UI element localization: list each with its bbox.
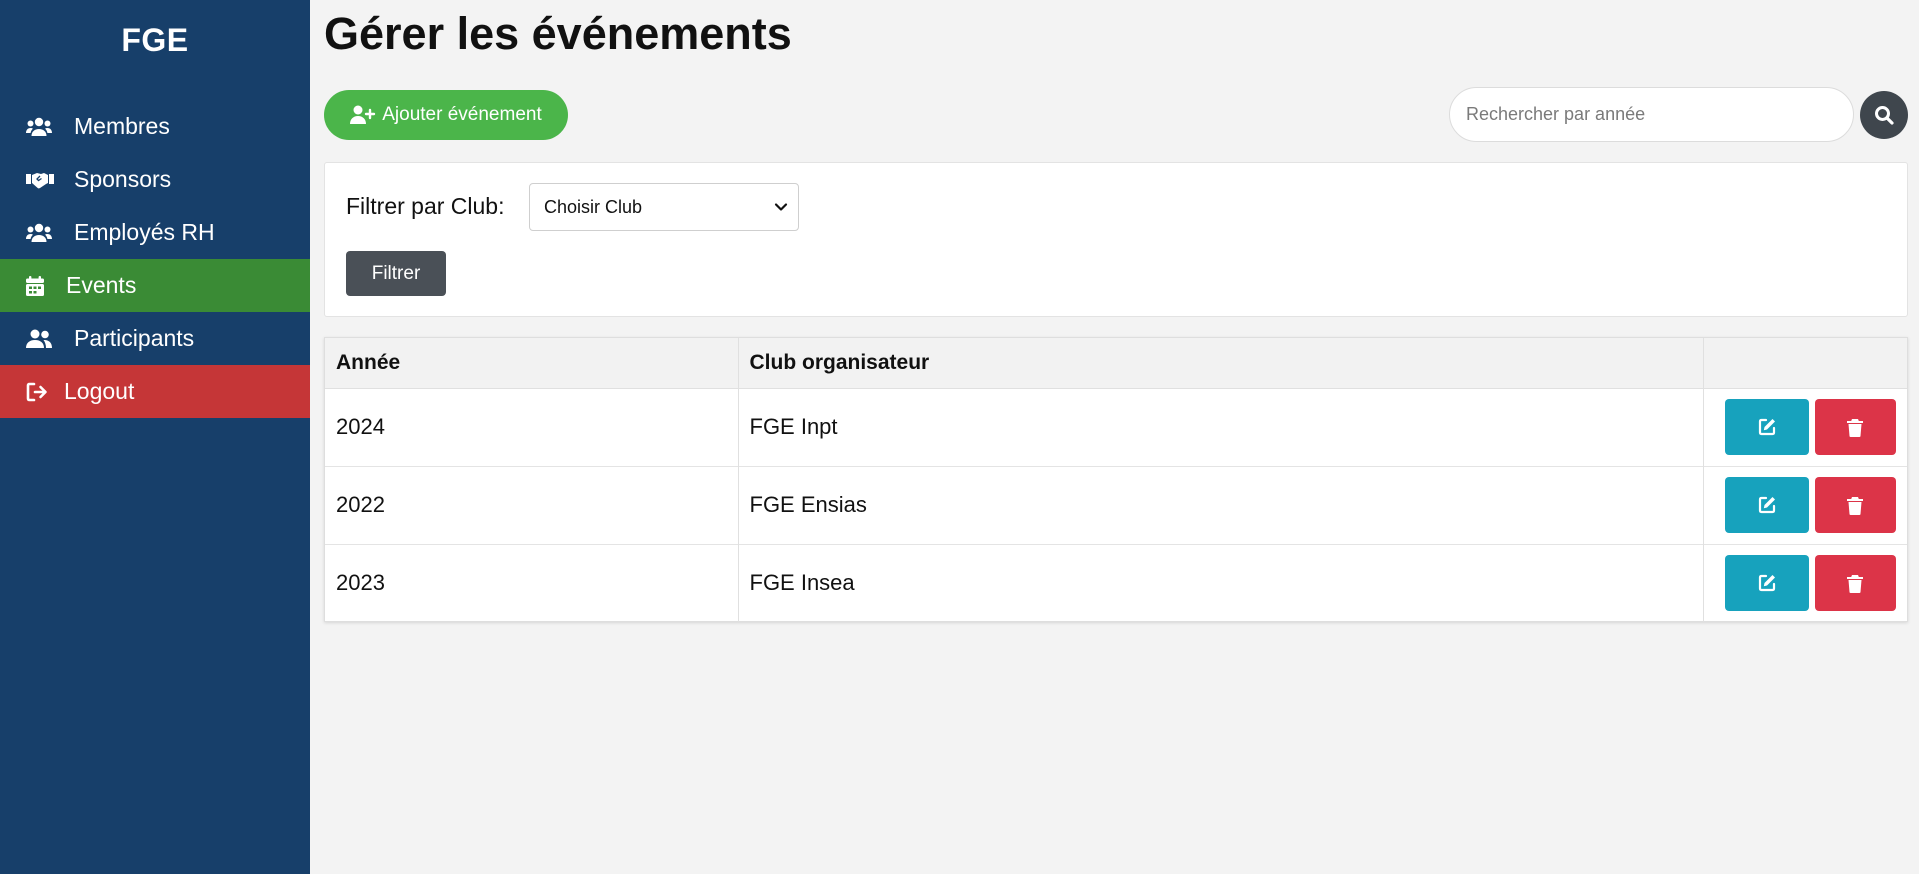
table-header-row: Année Club organisateur [325,338,1907,389]
header-annee: Année [325,338,739,389]
cell-actions [1703,466,1907,544]
search-input[interactable] [1449,87,1854,142]
brand-logo[interactable]: FGE [0,0,310,80]
delete-button[interactable] [1814,477,1896,533]
sidebar-item-events[interactable]: Events [0,259,310,312]
user-friends-icon [26,327,60,351]
sidebar-item-participants[interactable]: Participants [0,312,310,365]
cell-club: FGE Inpt [738,388,1704,466]
edit-icon [1758,418,1775,436]
chevron-down-icon [774,203,788,211]
user-plus-icon [350,105,376,124]
delete-button[interactable] [1814,399,1896,455]
sign-out-icon [26,380,56,404]
sidebar-item-label: Events [66,272,137,298]
main-content: Gérer les événements Ajouter événement F… [310,0,1919,874]
trash-icon [1847,574,1863,593]
sidebar-item-label: Sponsors [74,166,172,192]
filter-panel: Filtrer par Club: Choisir Club Filtrer [324,162,1908,317]
sidebar-nav: Membres Sponsors Employés RH Events Part… [0,100,310,418]
edit-icon [1758,575,1775,592]
sidebar-item-logout[interactable]: Logout [0,365,310,418]
sidebar-item-label: Logout [64,378,135,404]
users-icon [26,221,60,245]
edit-button[interactable] [1724,399,1809,455]
header-actions [1703,338,1907,389]
sidebar-item-label: Membres [74,113,170,139]
cell-year: 2022 [325,466,739,544]
sidebar: FGE Membres Sponsors Employés RH Events [0,0,310,874]
users-icon [26,115,60,139]
club-select[interactable]: Choisir Club [529,183,799,231]
search-button[interactable] [1860,91,1908,139]
row-actions [1715,477,1908,533]
delete-button[interactable] [1814,555,1896,612]
header-club-organisateur: Club organisateur [738,338,1704,389]
cell-club: FGE Insea [738,544,1704,622]
sidebar-item-employes-rh[interactable]: Employés RH [0,206,310,259]
add-event-button[interactable]: Ajouter événement [324,90,568,140]
table-row: 2024 FGE Inpt [325,388,1907,466]
table-row: 2022 FGE Ensias [325,466,1907,544]
cell-year: 2023 [325,544,739,622]
table-row: 2023 FGE Insea [325,544,1907,622]
search-icon [1875,106,1894,125]
filter-label: Filtrer par Club: [346,193,505,219]
row-actions [1715,555,1908,612]
edit-icon [1758,496,1775,514]
page-title: Gérer les événements [324,8,792,59]
edit-button[interactable] [1724,555,1809,612]
edit-button[interactable] [1724,477,1809,533]
row-actions [1715,399,1908,455]
filter-button[interactable]: Filtrer [346,251,446,296]
sidebar-item-sponsors[interactable]: Sponsors [0,153,310,206]
cell-actions [1703,544,1907,622]
cell-club: FGE Ensias [738,466,1704,544]
add-event-label: Ajouter événement [382,104,542,125]
cell-year: 2024 [325,388,739,466]
calendar-icon [26,274,52,298]
trash-icon [1847,418,1863,437]
sidebar-item-membres[interactable]: Membres [0,100,310,153]
sidebar-item-label: Participants [74,325,195,351]
cell-actions [1703,388,1907,466]
handshake-icon [26,168,60,192]
trash-icon [1847,496,1863,515]
club-select-value: Choisir Club [544,196,643,217]
sidebar-item-label: Employés RH [74,219,215,245]
events-table: Année Club organisateur 2024 FGE Inpt 20… [324,337,1908,622]
